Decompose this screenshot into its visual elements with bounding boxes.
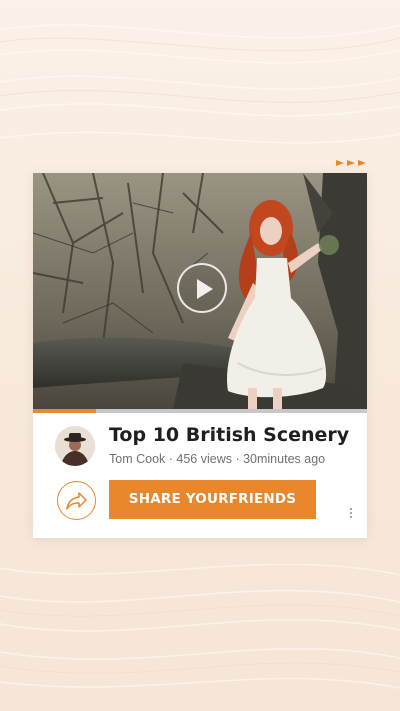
avatar-image xyxy=(55,426,95,466)
view-count: 456 views xyxy=(176,452,232,466)
meta-separator: · xyxy=(231,452,244,466)
share-icon-button[interactable] xyxy=(57,481,96,520)
video-progress-fill xyxy=(33,409,97,413)
video-thumbnail[interactable] xyxy=(33,173,367,409)
channel-name[interactable]: Tom Cook xyxy=(109,452,165,466)
video-meta: Tom Cook · 456 views · 30minutes ago xyxy=(109,452,359,466)
video-title[interactable]: Top 10 British Scenery xyxy=(109,424,359,446)
more-vertical-icon[interactable] xyxy=(347,508,355,522)
upload-time: 30minutes ago xyxy=(243,452,326,466)
video-card: Top 10 British Scenery Tom Cook · 456 vi… xyxy=(33,173,367,538)
share-arrow-icon xyxy=(66,492,87,510)
video-progress-bar[interactable] xyxy=(33,409,367,413)
play-button[interactable] xyxy=(177,263,227,313)
triple-arrow-icon xyxy=(336,160,366,166)
share-button[interactable]: SHARE YOURFRIENDS xyxy=(109,480,316,519)
meta-separator: · xyxy=(165,452,177,466)
play-icon xyxy=(197,279,213,299)
avatar[interactable] xyxy=(55,426,95,466)
